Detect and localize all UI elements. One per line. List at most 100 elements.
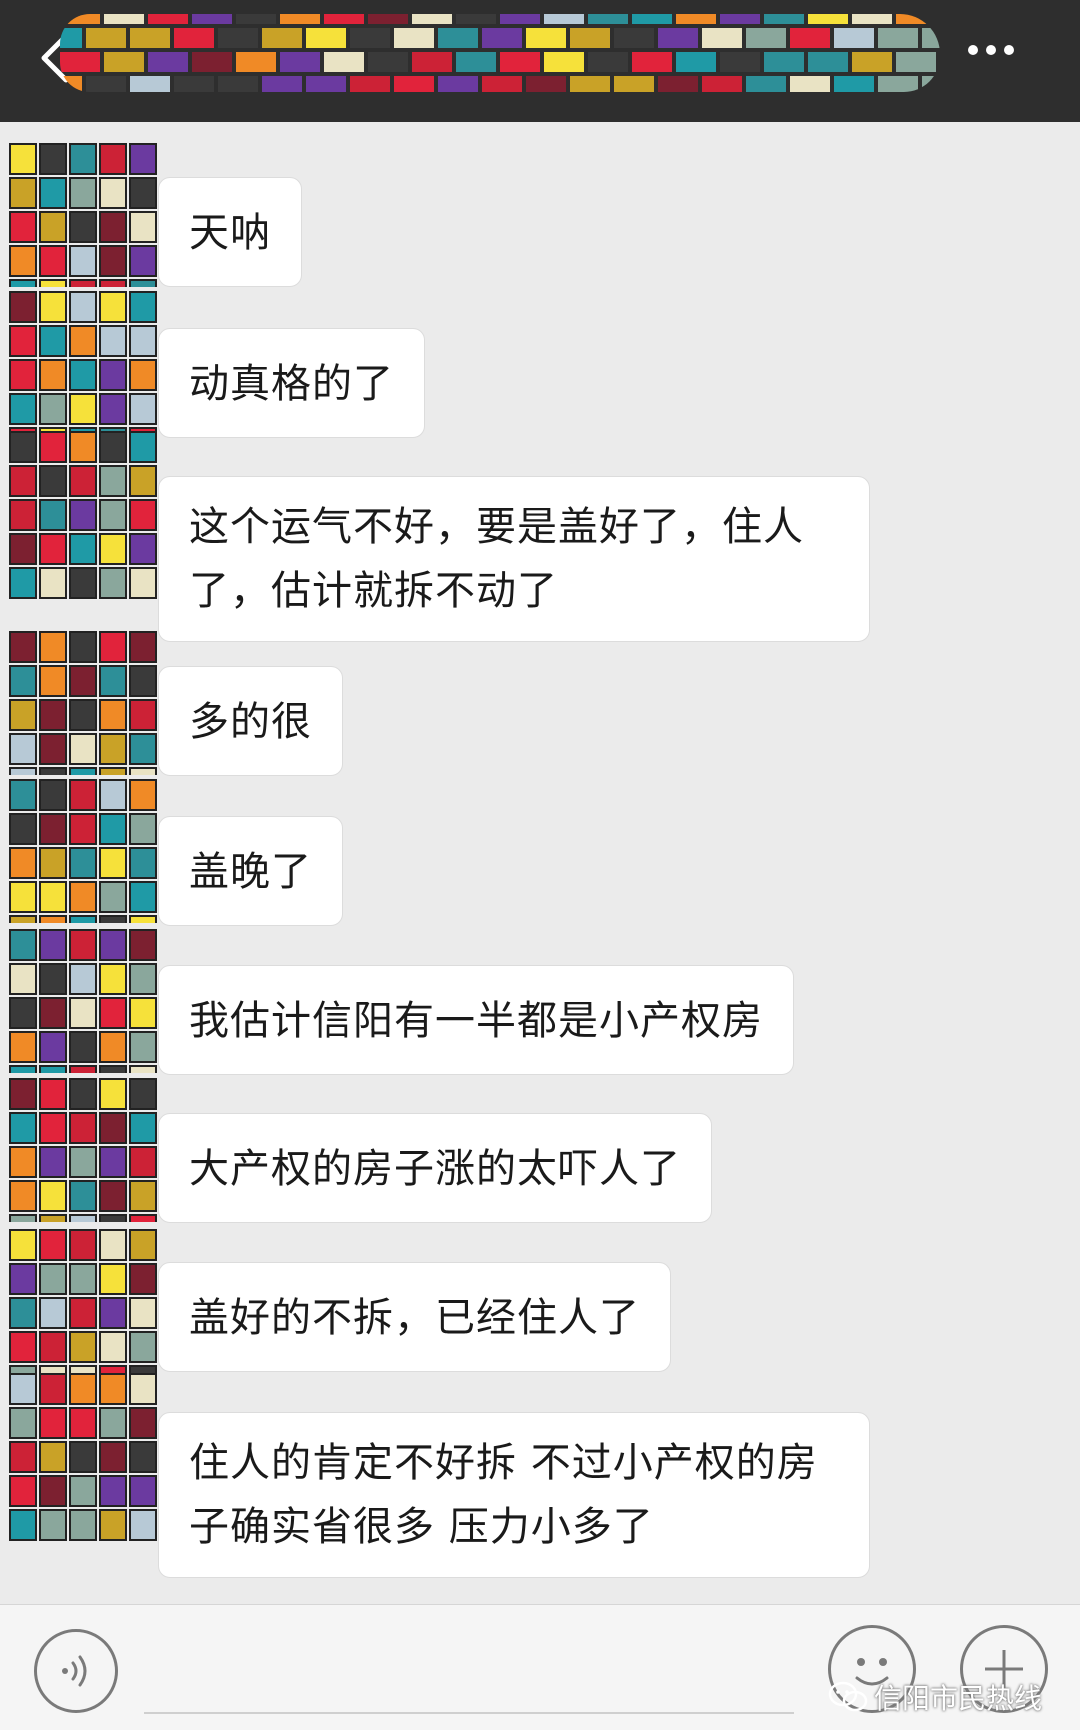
mosaic-block bbox=[60, 52, 100, 72]
mosaic-block bbox=[39, 211, 67, 243]
avatar-obscured[interactable] bbox=[8, 1228, 158, 1397]
mosaic-block bbox=[878, 28, 918, 48]
mosaic-block bbox=[720, 14, 760, 24]
mosaic-block bbox=[69, 1263, 97, 1295]
mosaic-block bbox=[174, 28, 214, 48]
mosaic-block bbox=[614, 28, 654, 48]
mosaic-block bbox=[9, 143, 37, 175]
mosaic-block bbox=[394, 76, 434, 92]
mosaic-block bbox=[39, 291, 67, 323]
message-bubble[interactable]: 我估计信阳有一半都是小产权房 bbox=[158, 965, 794, 1075]
mosaic-block bbox=[482, 28, 522, 48]
mosaic-block bbox=[262, 28, 302, 48]
avatar-obscured[interactable] bbox=[8, 630, 158, 799]
mosaic-block bbox=[350, 28, 390, 48]
avatar-obscured[interactable] bbox=[8, 142, 158, 311]
mosaic-block bbox=[99, 1475, 127, 1507]
mosaic-block bbox=[9, 997, 37, 1029]
avatar-obscured[interactable] bbox=[8, 1077, 158, 1246]
mosaic-block bbox=[9, 767, 37, 799]
mosaic-block bbox=[99, 881, 127, 913]
mosaic-block bbox=[99, 465, 127, 497]
mosaic-block bbox=[69, 431, 97, 463]
mosaic-block bbox=[9, 915, 37, 947]
message-bubble[interactable]: 动真格的了 bbox=[158, 328, 425, 438]
mosaic-block bbox=[69, 779, 97, 811]
avatar-mosaic bbox=[9, 1229, 157, 1397]
mosaic-block bbox=[9, 1065, 37, 1097]
mosaic-block bbox=[702, 76, 742, 92]
mosaic-block bbox=[456, 14, 496, 24]
mosaic-block bbox=[39, 465, 67, 497]
mosaic-block bbox=[39, 881, 67, 913]
mosaic-block bbox=[500, 52, 540, 72]
avatar-obscured[interactable] bbox=[8, 430, 158, 600]
message-bubble[interactable]: 盖好的不拆，已经住人了 bbox=[158, 1262, 671, 1372]
mosaic-block bbox=[69, 465, 97, 497]
mosaic-block bbox=[9, 813, 37, 845]
mosaic-block bbox=[69, 997, 97, 1029]
message-bubble[interactable]: 盖晚了 bbox=[158, 816, 343, 926]
message-bubble[interactable]: 这个运气不好，要是盖好了，住人了，估计就拆不动了 bbox=[158, 476, 870, 642]
mosaic-block bbox=[9, 279, 37, 311]
message-bubble[interactable]: 大产权的房子涨的太吓人了 bbox=[158, 1113, 712, 1223]
mosaic-block bbox=[764, 52, 804, 72]
mosaic-block bbox=[69, 699, 97, 731]
mosaic-block bbox=[69, 929, 97, 961]
mosaic-block bbox=[39, 1031, 67, 1063]
message-bubble[interactable]: 住人的肯定不好拆 不过小产权的房子确实省很多 压力小多了 bbox=[158, 1412, 870, 1578]
avatar-obscured[interactable] bbox=[8, 1372, 158, 1542]
mosaic-block bbox=[39, 1407, 67, 1439]
mosaic-block bbox=[39, 1214, 67, 1246]
mosaic-block bbox=[9, 1214, 37, 1246]
mosaic-block bbox=[99, 291, 127, 323]
message-bubble[interactable]: 多的很 bbox=[158, 666, 343, 776]
mosaic-block bbox=[129, 1112, 157, 1144]
mosaic-block bbox=[69, 1078, 97, 1110]
avatar-obscured[interactable] bbox=[8, 290, 158, 459]
mosaic-block bbox=[9, 699, 37, 731]
voice-input-button[interactable] bbox=[34, 1629, 118, 1713]
message-input[interactable] bbox=[144, 1712, 794, 1714]
mosaic-block bbox=[570, 28, 610, 48]
mosaic-block bbox=[129, 1331, 157, 1363]
mosaic-block bbox=[9, 291, 37, 323]
mosaic-block bbox=[99, 211, 127, 243]
mosaic-block bbox=[192, 14, 232, 24]
mosaic-block bbox=[99, 915, 127, 947]
mosaic-block bbox=[130, 28, 170, 48]
mosaic-block bbox=[834, 28, 874, 48]
mosaic-block bbox=[9, 533, 37, 565]
mosaic-block bbox=[99, 1441, 127, 1473]
mosaic-block bbox=[9, 733, 37, 765]
mosaic-block bbox=[69, 915, 97, 947]
mosaic-block bbox=[129, 465, 157, 497]
avatar-obscured[interactable] bbox=[8, 928, 158, 1097]
mosaic-block bbox=[99, 929, 127, 961]
mosaic-block bbox=[129, 1373, 157, 1405]
input-bar: 信阳市民热线 bbox=[0, 1604, 1080, 1730]
mosaic-block bbox=[39, 1263, 67, 1295]
mosaic-block bbox=[69, 499, 97, 531]
mosaic-block bbox=[69, 279, 97, 311]
message-bubble[interactable]: 天呐 bbox=[158, 177, 302, 287]
mosaic-block bbox=[306, 28, 346, 48]
mosaic-block bbox=[39, 359, 67, 391]
mosaic-block bbox=[790, 28, 830, 48]
mosaic-block bbox=[99, 325, 127, 357]
mosaic-block bbox=[39, 963, 67, 995]
mosaic-block bbox=[922, 28, 940, 48]
more-options-button[interactable] bbox=[968, 40, 1028, 70]
mosaic-block bbox=[129, 1031, 157, 1063]
mosaic-block bbox=[99, 813, 127, 845]
mosaic-block bbox=[129, 1146, 157, 1178]
avatar-mosaic bbox=[9, 779, 157, 947]
mosaic-block bbox=[192, 52, 232, 72]
avatar-obscured[interactable] bbox=[8, 778, 158, 947]
mosaic-block bbox=[9, 465, 37, 497]
chat-area[interactable]: 天呐 动真格的了 这个运气不好，要是盖好了，住人了，估计就拆不动了 多的很 盖晚… bbox=[0, 122, 1080, 1602]
avatar-mosaic bbox=[9, 431, 157, 599]
mosaic-block bbox=[129, 1407, 157, 1439]
mosaic-block bbox=[69, 291, 97, 323]
mosaic-block bbox=[69, 847, 97, 879]
